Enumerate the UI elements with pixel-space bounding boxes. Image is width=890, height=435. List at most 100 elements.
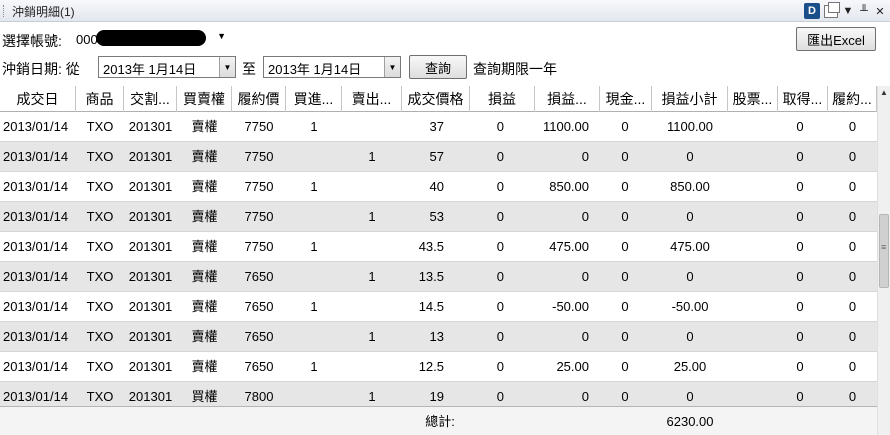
table-cell: 0: [796, 299, 804, 314]
date-to-picker[interactable]: 2013年 1月14日 ▼: [263, 56, 401, 78]
table-cell: 0: [848, 239, 857, 254]
table-cell: 0: [621, 209, 629, 224]
table-cell: 0: [581, 329, 589, 344]
table-cell: 1: [310, 299, 318, 314]
column-header[interactable]: 履約價: [232, 86, 286, 112]
close-icon[interactable]: ✕: [874, 5, 886, 18]
table-cell: TXO: [86, 239, 114, 254]
table-cell: 0: [848, 179, 857, 194]
titlebar-icons: D ▼ ╨ ✕: [804, 1, 886, 20]
table-cell: 賣權: [191, 329, 218, 344]
account-select[interactable]: 000 ▼: [74, 29, 228, 49]
drag-grip[interactable]: [3, 5, 5, 17]
table-cell: 1100.00: [666, 119, 714, 134]
scroll-up-icon[interactable]: ▲: [880, 88, 888, 97]
total-value: 6230.00: [666, 414, 714, 429]
table-cell: 0: [621, 239, 629, 254]
column-header[interactable]: 履約...: [828, 86, 877, 112]
column-header[interactable]: 現金...: [600, 86, 652, 112]
table-cell: [728, 292, 778, 322]
table-cell: 0: [796, 269, 804, 284]
table-cell: 201301: [128, 149, 173, 164]
table-cell: [728, 172, 778, 202]
column-header[interactable]: 取得...: [778, 86, 828, 112]
table-cell: [728, 232, 778, 262]
table-cell: 賣權: [191, 209, 218, 224]
table-row[interactable]: 2013/01/14 TXO 201301 賣權 7750 1 37 0 1100.00 0 110…: [0, 112, 877, 142]
column-header[interactable]: 商品: [76, 86, 124, 112]
column-header[interactable]: 損益小計: [652, 86, 728, 112]
table-cell: 0: [621, 269, 629, 284]
table-row[interactable]: 2013/01/14 TXO 201301 賣權 7650 1 12.5 0 25.00 0 25.…: [0, 352, 877, 382]
table-cell: 0: [621, 299, 629, 314]
table-cell: 57: [429, 149, 444, 164]
d-badge-icon[interactable]: D: [804, 3, 820, 19]
date-from-picker[interactable]: 2013年 1月14日 ▼: [98, 56, 236, 78]
table-cell: 43.5: [418, 239, 444, 254]
vertical-scrollbar[interactable]: ▲: [877, 86, 890, 435]
table-cell: -50.00: [552, 299, 589, 314]
table-row[interactable]: 2013/01/14 TXO 201301 賣權 7750 1 57 0 0 0 0 0 0: [0, 142, 877, 172]
table-cell: 201301: [128, 329, 173, 344]
table-cell: TXO: [86, 329, 114, 344]
column-header[interactable]: 成交價格: [402, 86, 470, 112]
export-excel-button[interactable]: 匯出Excel: [796, 27, 876, 51]
table-cell: [342, 112, 402, 142]
table-cell: [728, 142, 778, 172]
table-row[interactable]: 2013/01/14 TXO 201301 賣權 7650 1 14.5 0 -50.00 0 -5…: [0, 292, 877, 322]
table-cell: 0: [848, 119, 857, 134]
column-header[interactable]: 股票...: [728, 86, 778, 112]
table-row[interactable]: 2013/01/14 TXO 201301 賣權 7750 1 43.5 0 475.00 0 47…: [0, 232, 877, 262]
column-header[interactable]: 買進...: [286, 86, 342, 112]
table-cell: 0: [621, 329, 629, 344]
table-cell: 7650: [244, 269, 274, 284]
table-row[interactable]: 2013/01/14 TXO 201301 賣權 7750 1 40 0 850.00 0 850.…: [0, 172, 877, 202]
table-cell: 850.00: [549, 179, 589, 194]
chevron-down-icon[interactable]: ▼: [219, 57, 235, 77]
column-header[interactable]: 損益: [470, 86, 535, 112]
table-cell: 0: [496, 179, 504, 194]
chevron-down-icon[interactable]: ▼: [217, 31, 226, 41]
table-cell: 7650: [244, 299, 274, 314]
table-cell: 2013/01/14: [3, 149, 69, 164]
table-cell: 1: [368, 269, 376, 284]
table-cell: 賣權: [191, 269, 218, 284]
table-cell: [286, 202, 342, 232]
query-button[interactable]: 查詢: [409, 55, 467, 79]
window-icon[interactable]: [824, 1, 840, 18]
table-cell: TXO: [86, 149, 114, 164]
table-cell: 2013/01/14: [3, 179, 69, 194]
table-cell: 201301: [128, 239, 173, 254]
table-cell: [286, 142, 342, 172]
table-cell: 25.00: [673, 359, 707, 374]
table-cell: 2013/01/14: [3, 239, 69, 254]
table-cell: 2013/01/14: [3, 359, 69, 374]
column-header[interactable]: 損益...: [535, 86, 600, 112]
table-cell: 0: [796, 359, 804, 374]
table-cell: 2013/01/14: [3, 209, 69, 224]
column-header[interactable]: 成交日: [0, 86, 76, 112]
pin-icon[interactable]: ╨: [858, 5, 870, 17]
table-cell: 0: [496, 329, 504, 344]
chevron-down-icon[interactable]: ▼: [384, 57, 400, 77]
table-cell: 0: [621, 149, 629, 164]
table-cell: 0: [496, 239, 504, 254]
table-cell: 0: [496, 119, 504, 134]
account-redaction: [96, 30, 206, 46]
column-header[interactable]: 買賣權: [177, 86, 232, 112]
table-cell: 12.5: [418, 359, 444, 374]
table-cell: 0: [621, 179, 629, 194]
table-cell: 賣權: [191, 239, 218, 254]
date-to-label: 至: [242, 61, 256, 77]
table-cell: 0: [686, 269, 694, 284]
date-to-value: 2013年 1月14日: [268, 62, 362, 77]
scrollbar-thumb[interactable]: [879, 214, 889, 288]
table-cell: 2013/01/14: [3, 329, 69, 344]
dropdown-icon[interactable]: ▼: [842, 5, 854, 17]
table-row[interactable]: 2013/01/14 TXO 201301 賣權 7650 1 13 0 0 0 0 0 0: [0, 322, 877, 352]
table-cell: 37: [429, 119, 444, 134]
column-header[interactable]: 交割...: [124, 86, 177, 112]
column-header[interactable]: 賣出...: [342, 86, 402, 112]
table-row[interactable]: 2013/01/14 TXO 201301 賣權 7750 1 53 0 0 0 0 0 0: [0, 202, 877, 232]
table-row[interactable]: 2013/01/14 TXO 201301 賣權 7650 1 13.5 0 0 0 0 0 0: [0, 262, 877, 292]
